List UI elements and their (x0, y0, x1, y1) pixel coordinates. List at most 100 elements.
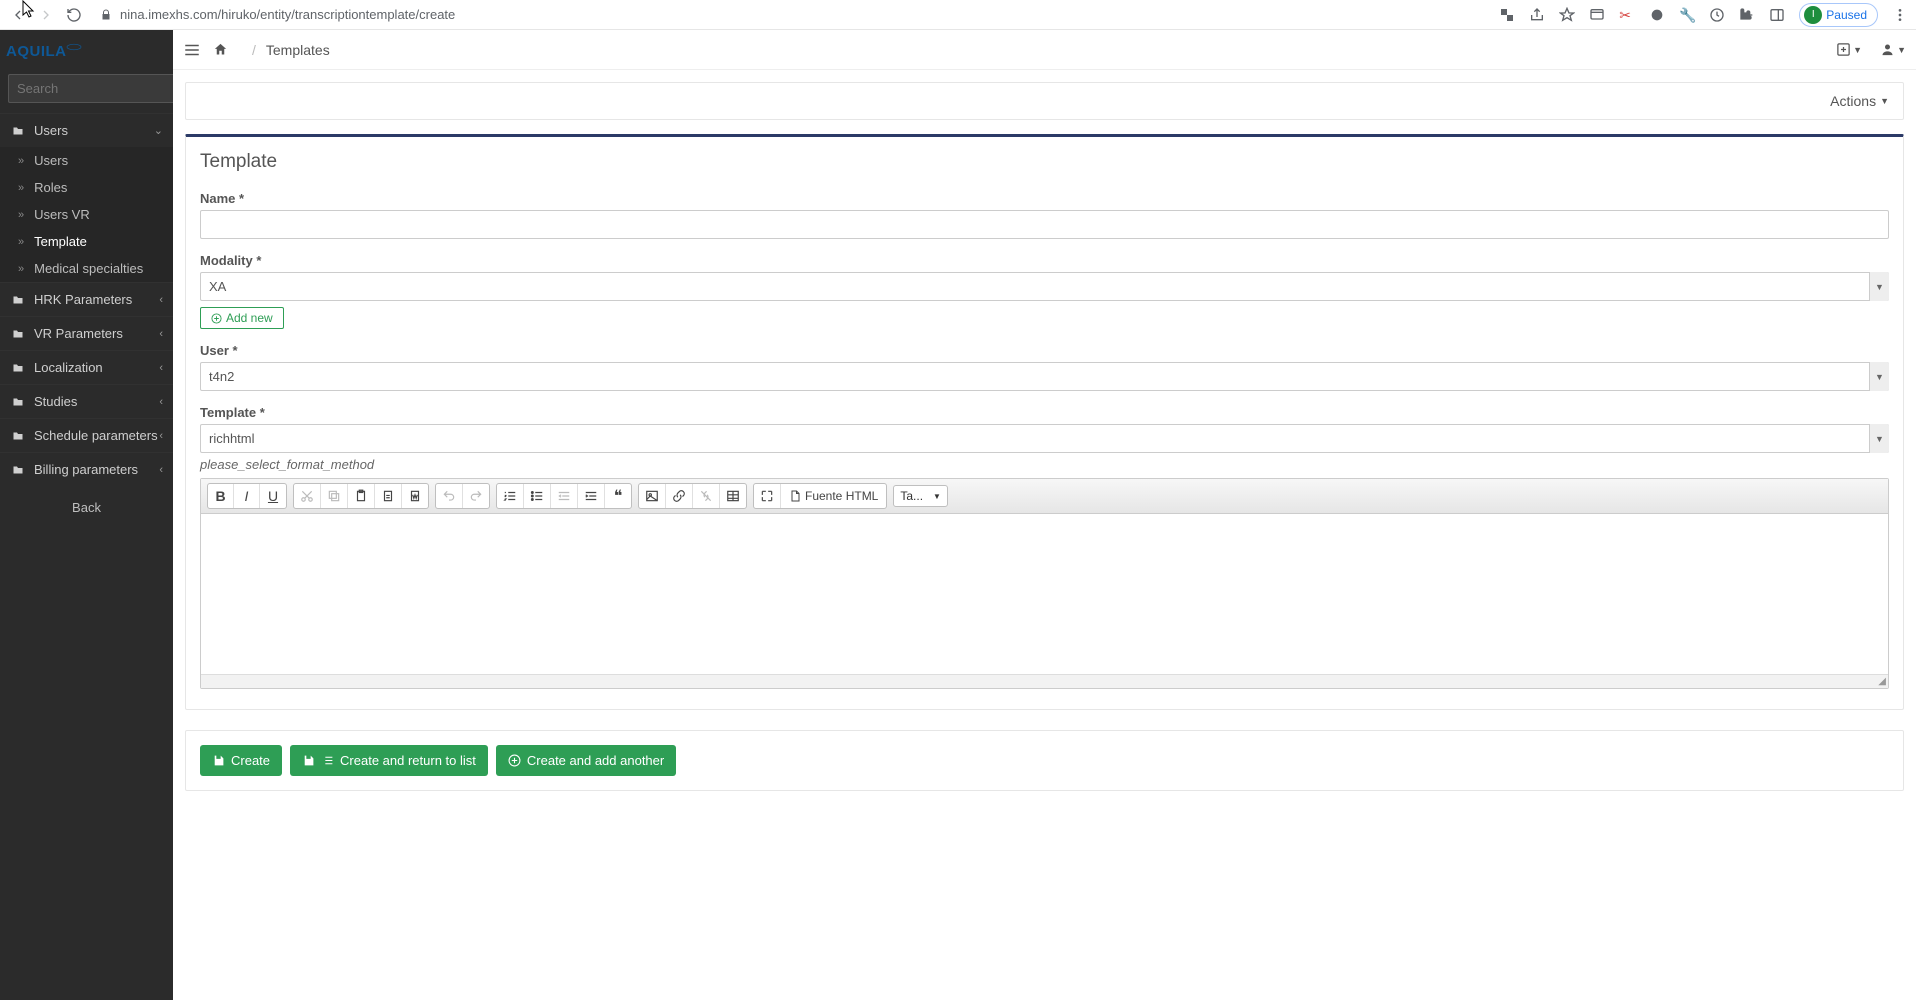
chevron-right-icon: » (18, 182, 24, 194)
menu-toggle-icon[interactable] (183, 41, 201, 59)
unlink-button[interactable] (693, 484, 720, 508)
user-select[interactable]: t4n2 ▼ (200, 362, 1889, 391)
template-panel: Template Name * Modality * XA ▼ (185, 134, 1904, 710)
chevron-down-icon: ⌄ (154, 124, 163, 137)
editor-body[interactable] (201, 514, 1888, 674)
topbar: / Templates ▼ ▼ (173, 30, 1916, 70)
add-new-button[interactable]: Add new (200, 307, 284, 329)
paste-text-button[interactable] (375, 484, 402, 508)
ordered-list-button[interactable] (497, 484, 524, 508)
breadcrumb-page[interactable]: Templates (266, 42, 330, 58)
sidebar-section-schedule[interactable]: Schedule parameters ‹ (0, 418, 173, 452)
chevron-left-icon: ‹ (159, 362, 163, 374)
chevron-right-icon: » (18, 155, 24, 167)
undo-button[interactable] (436, 484, 463, 508)
create-another-button[interactable]: Create and add another (496, 745, 676, 776)
unordered-list-button[interactable] (524, 484, 551, 508)
paste-button[interactable] (348, 484, 375, 508)
source-button[interactable]: Fuente HTML (781, 484, 886, 508)
install-icon[interactable] (1589, 7, 1605, 23)
topbar-add-dropdown[interactable]: ▼ (1836, 42, 1862, 57)
avatar-icon: I (1804, 6, 1822, 24)
sidebar-item-template[interactable]: »Template (0, 228, 173, 255)
table-button[interactable] (720, 484, 746, 508)
italic-button[interactable]: I (234, 484, 260, 508)
paste-word-button[interactable] (402, 484, 428, 508)
outdent-button[interactable] (551, 484, 578, 508)
caret-down-icon: ▼ (1869, 424, 1889, 453)
caret-down-icon: ▼ (1897, 45, 1906, 55)
sidebar-section-vr[interactable]: VR Parameters ‹ (0, 316, 173, 350)
lock-icon (100, 9, 112, 21)
image-button[interactable] (639, 484, 666, 508)
create-button[interactable]: Create (200, 745, 282, 776)
link-button[interactable] (666, 484, 693, 508)
home-icon[interactable] (213, 42, 228, 57)
sidebar-item-users-vr[interactable]: »Users VR (0, 201, 173, 228)
copy-button[interactable] (321, 484, 348, 508)
sidebar-section-localization[interactable]: Localization ‹ (0, 350, 173, 384)
caret-down-icon: ▼ (1869, 272, 1889, 301)
caret-down-icon: ▼ (1853, 45, 1862, 55)
user-label: User * (200, 343, 1889, 358)
sidebar-item-users[interactable]: »Users (0, 147, 173, 174)
topbar-user-dropdown[interactable]: ▼ (1880, 42, 1906, 57)
name-label: Name * (200, 191, 1889, 206)
sidebar-section-studies[interactable]: Studies ‹ (0, 384, 173, 418)
modality-select[interactable]: XA ▼ (200, 272, 1889, 301)
indent-button[interactable] (578, 484, 605, 508)
folder-icon (12, 328, 24, 340)
ext1-icon[interactable]: ✂ (1619, 7, 1635, 23)
redo-button[interactable] (463, 484, 489, 508)
panel-title: Template (200, 151, 1889, 173)
cut-button[interactable] (294, 484, 321, 508)
sidepanel-icon[interactable] (1769, 7, 1785, 23)
editor-footer: ◢ (201, 674, 1888, 688)
ext2-icon[interactable] (1649, 7, 1665, 23)
chevron-left-icon: ‹ (159, 396, 163, 408)
translate-icon[interactable] (1499, 7, 1515, 23)
resize-grip-icon[interactable]: ◢ (1878, 676, 1886, 687)
actions-bar: Actions ▼ (185, 82, 1904, 120)
brand-logo[interactable]: AQUILA (0, 30, 173, 68)
sidebar-section-billing[interactable]: Billing parameters ‹ (0, 452, 173, 486)
share-icon[interactable] (1529, 7, 1545, 23)
actions-dropdown[interactable]: Actions ▼ (1830, 93, 1889, 109)
template-helper: please_select_format_method (200, 457, 1889, 472)
ext4-icon[interactable] (1709, 7, 1725, 23)
folder-icon (12, 362, 24, 374)
profile-paused[interactable]: I Paused (1799, 3, 1878, 27)
blockquote-button[interactable]: ❝ (605, 484, 631, 508)
star-icon[interactable] (1559, 7, 1575, 23)
sidebar-item-roles[interactable]: »Roles (0, 174, 173, 201)
reload-icon[interactable] (66, 7, 82, 23)
chevron-left-icon: ‹ (159, 430, 163, 442)
sidebar-section-hrk[interactable]: HRK Parameters ‹ (0, 282, 173, 316)
sidebar-back[interactable]: Back (0, 486, 173, 529)
sidebar-section-users[interactable]: Users ⌄ (0, 113, 173, 147)
plus-circle-icon (508, 754, 521, 767)
user-icon (1880, 42, 1895, 57)
create-return-button[interactable]: Create and return to list (290, 745, 488, 776)
ext3-icon[interactable]: 🔧 (1679, 7, 1695, 23)
sidebar-item-medical-specialties[interactable]: »Medical specialties (0, 255, 173, 282)
font-size-select[interactable]: Ta... ▼ (893, 485, 948, 507)
chevron-right-icon: » (18, 236, 24, 248)
extensions-icon[interactable] (1739, 7, 1755, 23)
back-icon[interactable] (10, 7, 26, 23)
forward-icon[interactable] (38, 7, 54, 23)
browser-chrome: nina.imexhs.com/hiruko/entity/transcript… (0, 0, 1916, 30)
template-select[interactable]: richhtml ▼ (200, 424, 1889, 453)
bold-button[interactable]: B (208, 484, 234, 508)
underline-button[interactable]: U (260, 484, 286, 508)
folder-icon (12, 464, 24, 476)
maximize-button[interactable] (754, 484, 781, 508)
menu-dots-icon[interactable] (1892, 7, 1908, 23)
plus-circle-icon (211, 313, 222, 324)
url-text[interactable]: nina.imexhs.com/hiruko/entity/transcript… (120, 7, 455, 22)
caret-down-icon: ▼ (1869, 362, 1889, 391)
folder-icon (12, 396, 24, 408)
editor-toolbar: B I U (201, 479, 1888, 514)
name-input[interactable] (200, 210, 1889, 239)
chevron-right-icon: » (18, 263, 24, 275)
